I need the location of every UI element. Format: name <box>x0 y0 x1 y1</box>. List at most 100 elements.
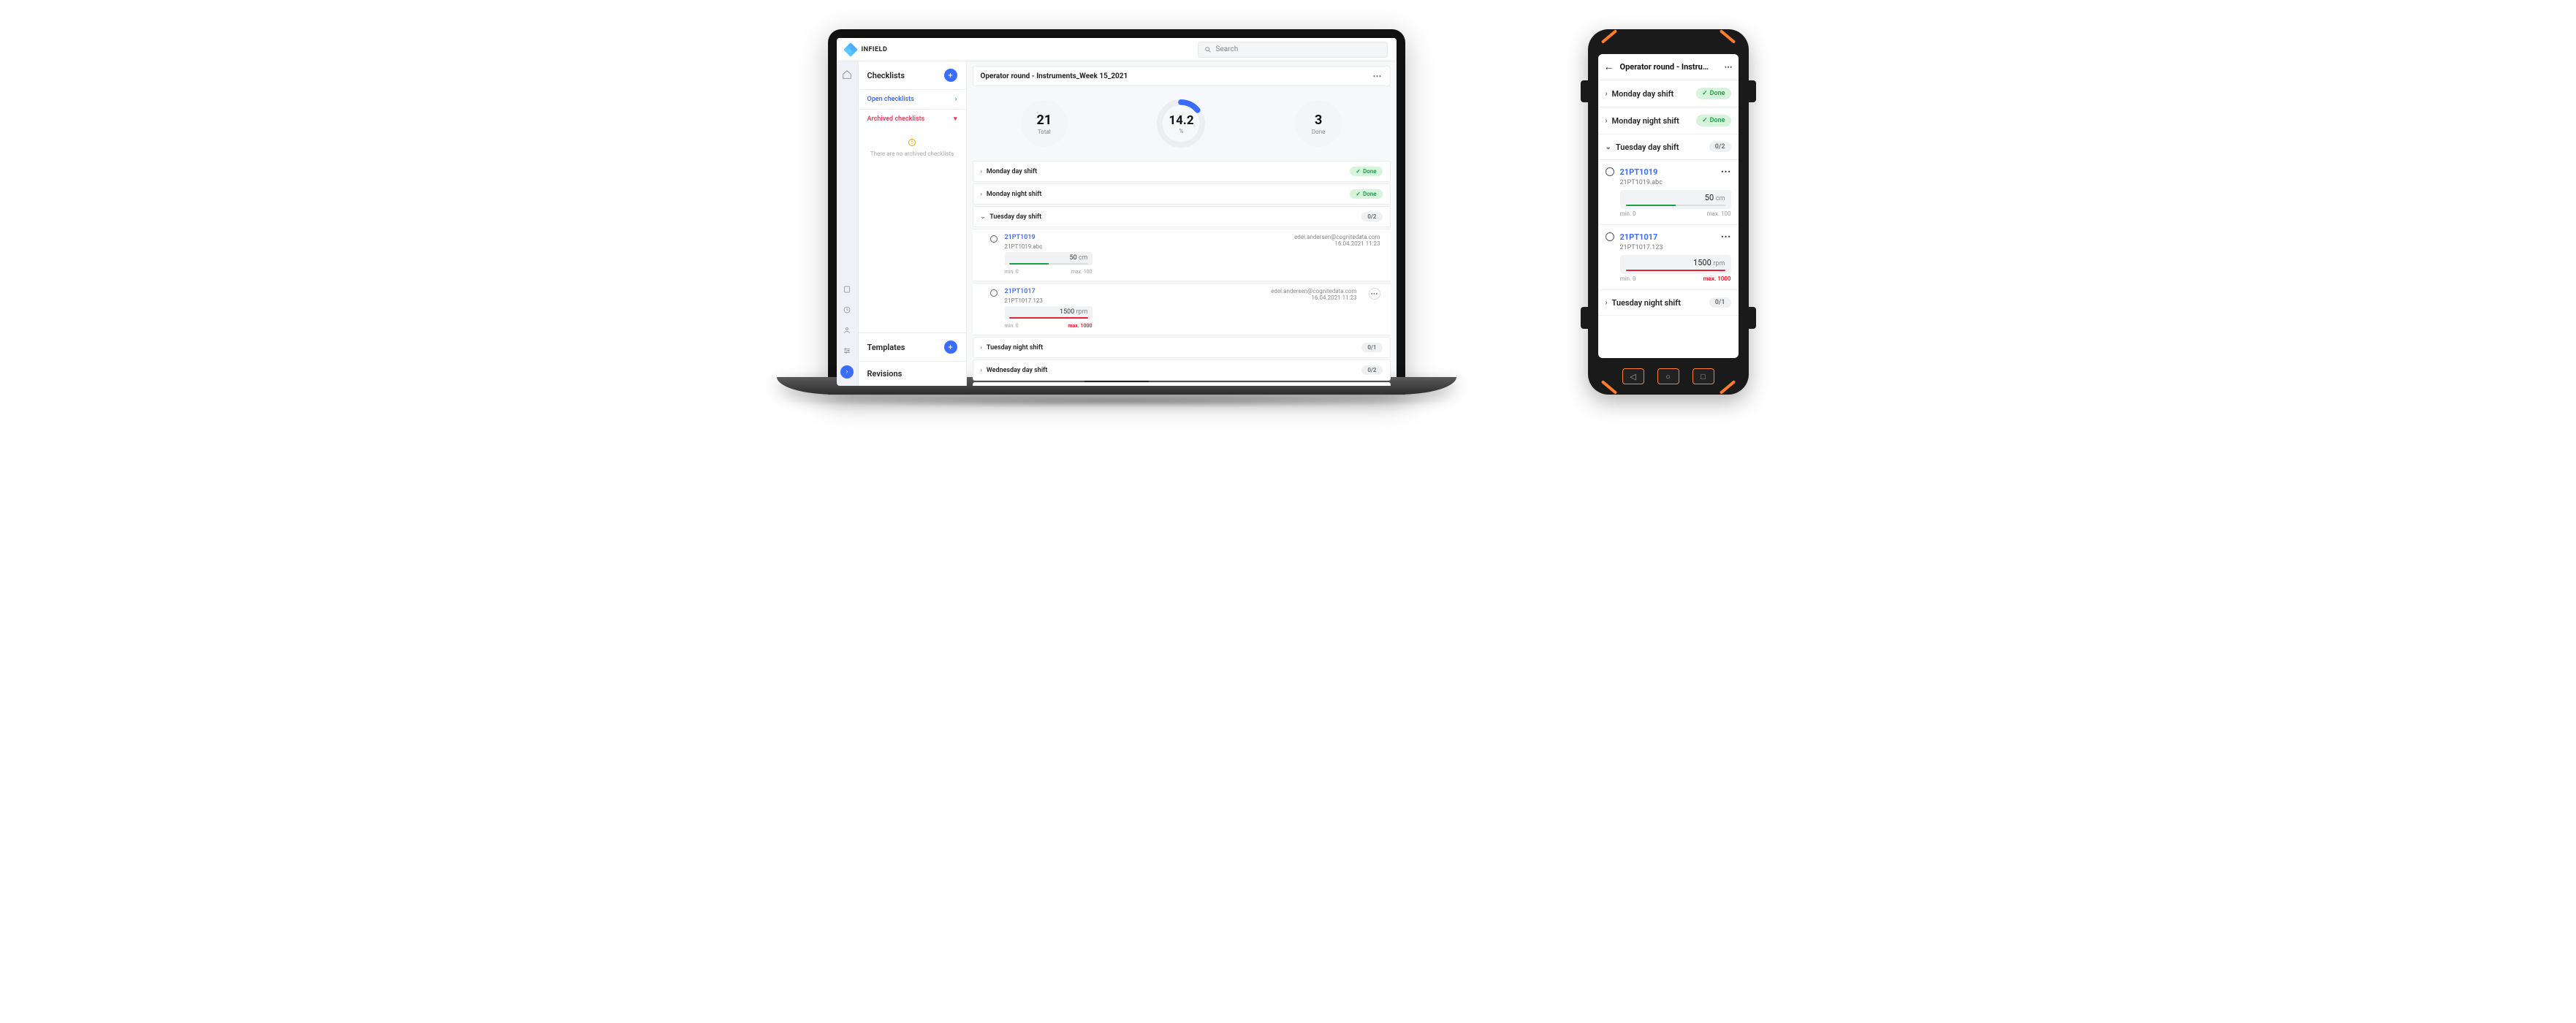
task-row[interactable]: 21PT1017 ⋯ 21PT1017.123 1500 rpm min. 0 … <box>1598 225 1739 290</box>
stat-done-label: Done <box>1312 129 1325 135</box>
task-radio[interactable] <box>1606 232 1614 241</box>
task-radio[interactable] <box>990 289 998 297</box>
stat-percent-value: 14.2 <box>1169 113 1193 128</box>
phone-device-frame: ← Operator round - Instru… ⋯ › Monday da… <box>1588 29 1749 395</box>
sidebar-open-label: Open checklists <box>867 96 914 103</box>
user-icon[interactable] <box>841 324 853 336</box>
task-meter: 50 cm <box>1005 252 1093 265</box>
clock-icon[interactable] <box>841 304 853 316</box>
shift-tuesday-day[interactable]: ⌄ Tuesday day shift 0/2 <box>1598 134 1739 160</box>
more-menu-button[interactable]: ⋯ <box>1373 71 1383 81</box>
chevron-right-icon: › <box>955 96 957 103</box>
back-button[interactable]: ← <box>1604 61 1614 73</box>
task-user: edel.andersen@cognitedata.com <box>1271 288 1356 294</box>
shift-label: Monday night shift <box>1612 116 1679 126</box>
chevron-right-icon: › <box>1606 90 1608 98</box>
phone-title: Operator round - Instru… <box>1620 62 1719 72</box>
count-badge: 0/2 <box>1361 212 1382 221</box>
meter-max: max. 100 <box>1071 269 1093 275</box>
task-row[interactable]: 21PT1017 21PT1017.123 1500 rpm min. 0 ma… <box>973 283 1391 335</box>
sidebar-archived-checklists[interactable]: Archived checklists ▾ <box>859 109 966 129</box>
task-subtitle: 21PT1019.abc <box>1620 179 1731 186</box>
shift-tuesday-day[interactable]: ⌄ Tuesday day shift 0/2 <box>973 206 1391 227</box>
sidebar-empty-state: ! There are no archived checklists <box>859 129 966 167</box>
clipboard-icon[interactable] <box>841 284 853 295</box>
done-badge: ✓ Done <box>1696 88 1730 99</box>
task-radio[interactable] <box>1606 167 1614 176</box>
shift-monday-day[interactable]: › Monday day shift ✓ Done <box>1598 80 1739 107</box>
task-name[interactable]: 21PT1017 <box>1005 288 1264 295</box>
task-user: edel.andersen@cognitedata.com <box>1294 234 1380 240</box>
hw-recent-button[interactable]: □ <box>1692 368 1714 384</box>
shift-monday-day[interactable]: › Monday day shift ✓ Done <box>973 161 1391 182</box>
task-row[interactable]: 21PT1019 ⋯ 21PT1019.abc 50 cm min. 0 max… <box>1598 160 1739 225</box>
meter-min: min. 0 <box>1620 275 1636 282</box>
task-radio[interactable] <box>990 235 998 243</box>
sidebar-open-checklists[interactable]: Open checklists › <box>859 89 966 109</box>
task-subtitle: 21PT1017.123 <box>1005 297 1264 304</box>
chevron-down-icon: ▾ <box>954 115 957 123</box>
task-more-button[interactable]: ⋯ <box>1721 231 1731 243</box>
meter-max: max. 1000 <box>1703 275 1731 282</box>
search-input[interactable]: Search <box>1198 42 1388 58</box>
meter-min: min. 0 <box>1005 323 1019 329</box>
chevron-right-icon: › <box>981 191 982 197</box>
main-panel: Operator round - Instruments_Week 15_202… <box>967 61 1397 386</box>
add-template-button[interactable]: + <box>944 341 957 354</box>
shift-label: Tuesday night shift <box>1612 298 1681 308</box>
meter-max: max. 100 <box>1707 210 1731 217</box>
hw-home-button[interactable]: ○ <box>1657 368 1679 384</box>
done-badge: ✓ Done <box>1350 167 1382 176</box>
sliders-icon[interactable] <box>841 345 853 357</box>
shift-tuesday-night[interactable]: › Tuesday night shift 0/1 <box>1598 290 1739 316</box>
expand-sidebar-button[interactable]: › <box>840 365 854 379</box>
done-badge: ✓ Done <box>1696 115 1730 126</box>
meter-bar <box>1009 317 1088 319</box>
checklist-title: Operator round - Instruments_Week 15_202… <box>981 72 1128 80</box>
count-badge: 0/1 <box>1361 343 1382 352</box>
task-name[interactable]: 21PT1019 <box>1620 167 1658 177</box>
shift-label: Monday night shift <box>987 191 1042 198</box>
count-badge: 0/1 <box>1709 297 1731 308</box>
chevron-down-icon: ⌄ <box>1606 143 1611 151</box>
chevron-right-icon: › <box>981 168 982 175</box>
laptop-device-frame: INFIELD Search <box>828 29 1456 408</box>
shift-label: Wednesday day shift <box>987 367 1047 374</box>
more-menu-button[interactable]: ⋯ <box>1725 62 1733 72</box>
count-badge: 0/2 <box>1361 365 1382 375</box>
home-icon[interactable] <box>841 69 853 80</box>
chevron-down-icon: ⌄ <box>981 213 986 220</box>
task-more-button[interactable]: ⋯ <box>1369 288 1380 300</box>
stat-done-value: 3 <box>1315 113 1322 128</box>
shift-wednesday-night[interactable]: › Wednesday night shift 0/2 <box>973 382 1391 386</box>
hw-back-button[interactable]: ◁ <box>1622 368 1644 384</box>
search-icon <box>1204 46 1212 53</box>
shift-monday-night[interactable]: › Monday night shift ✓ Done <box>973 183 1391 205</box>
meter-bar <box>1009 263 1088 265</box>
sidebar-section-revisions[interactable]: Revisions <box>859 361 966 386</box>
sidebar-empty-text: There are no archived checklists <box>870 151 954 157</box>
meter-bar <box>1626 270 1725 271</box>
shift-label: Tuesday day shift <box>1616 142 1679 152</box>
meter-min: min. 0 <box>1620 210 1636 217</box>
meter-max: max. 1000 <box>1068 323 1092 329</box>
stats-row: 21 Total 14.2 % <box>973 91 1391 156</box>
task-name[interactable]: 21PT1017 <box>1620 232 1658 242</box>
task-row[interactable]: 21PT1019 21PT1019.abc 50 cm min. 0 max. … <box>973 229 1391 281</box>
task-meter: 1500 rpm <box>1620 255 1731 274</box>
shift-tuesday-night[interactable]: › Tuesday night shift 0/1 <box>973 337 1391 358</box>
count-badge: 0/2 <box>1709 142 1731 152</box>
stat-done: 3 Done <box>1295 100 1342 147</box>
task-subtitle: 21PT1019.abc <box>1005 243 1288 250</box>
task-name[interactable]: 21PT1019 <box>1005 234 1288 241</box>
shift-monday-night[interactable]: › Monday night shift ✓ Done <box>1598 107 1739 134</box>
stat-percent-unit: % <box>1179 128 1184 134</box>
sidebar-checklists-title: Checklists <box>867 71 905 80</box>
shift-wednesday-day[interactable]: › Wednesday day shift 0/2 <box>973 360 1391 381</box>
sidebar-revisions-title: Revisions <box>867 369 903 379</box>
task-more-button[interactable]: ⋯ <box>1721 166 1731 178</box>
task-timestamp: 16.04.2021 11:23 <box>1271 294 1356 301</box>
sidebar-section-templates[interactable]: Templates + <box>859 332 966 361</box>
add-checklist-button[interactable]: + <box>944 69 957 82</box>
chevron-right-icon: › <box>1606 117 1608 125</box>
